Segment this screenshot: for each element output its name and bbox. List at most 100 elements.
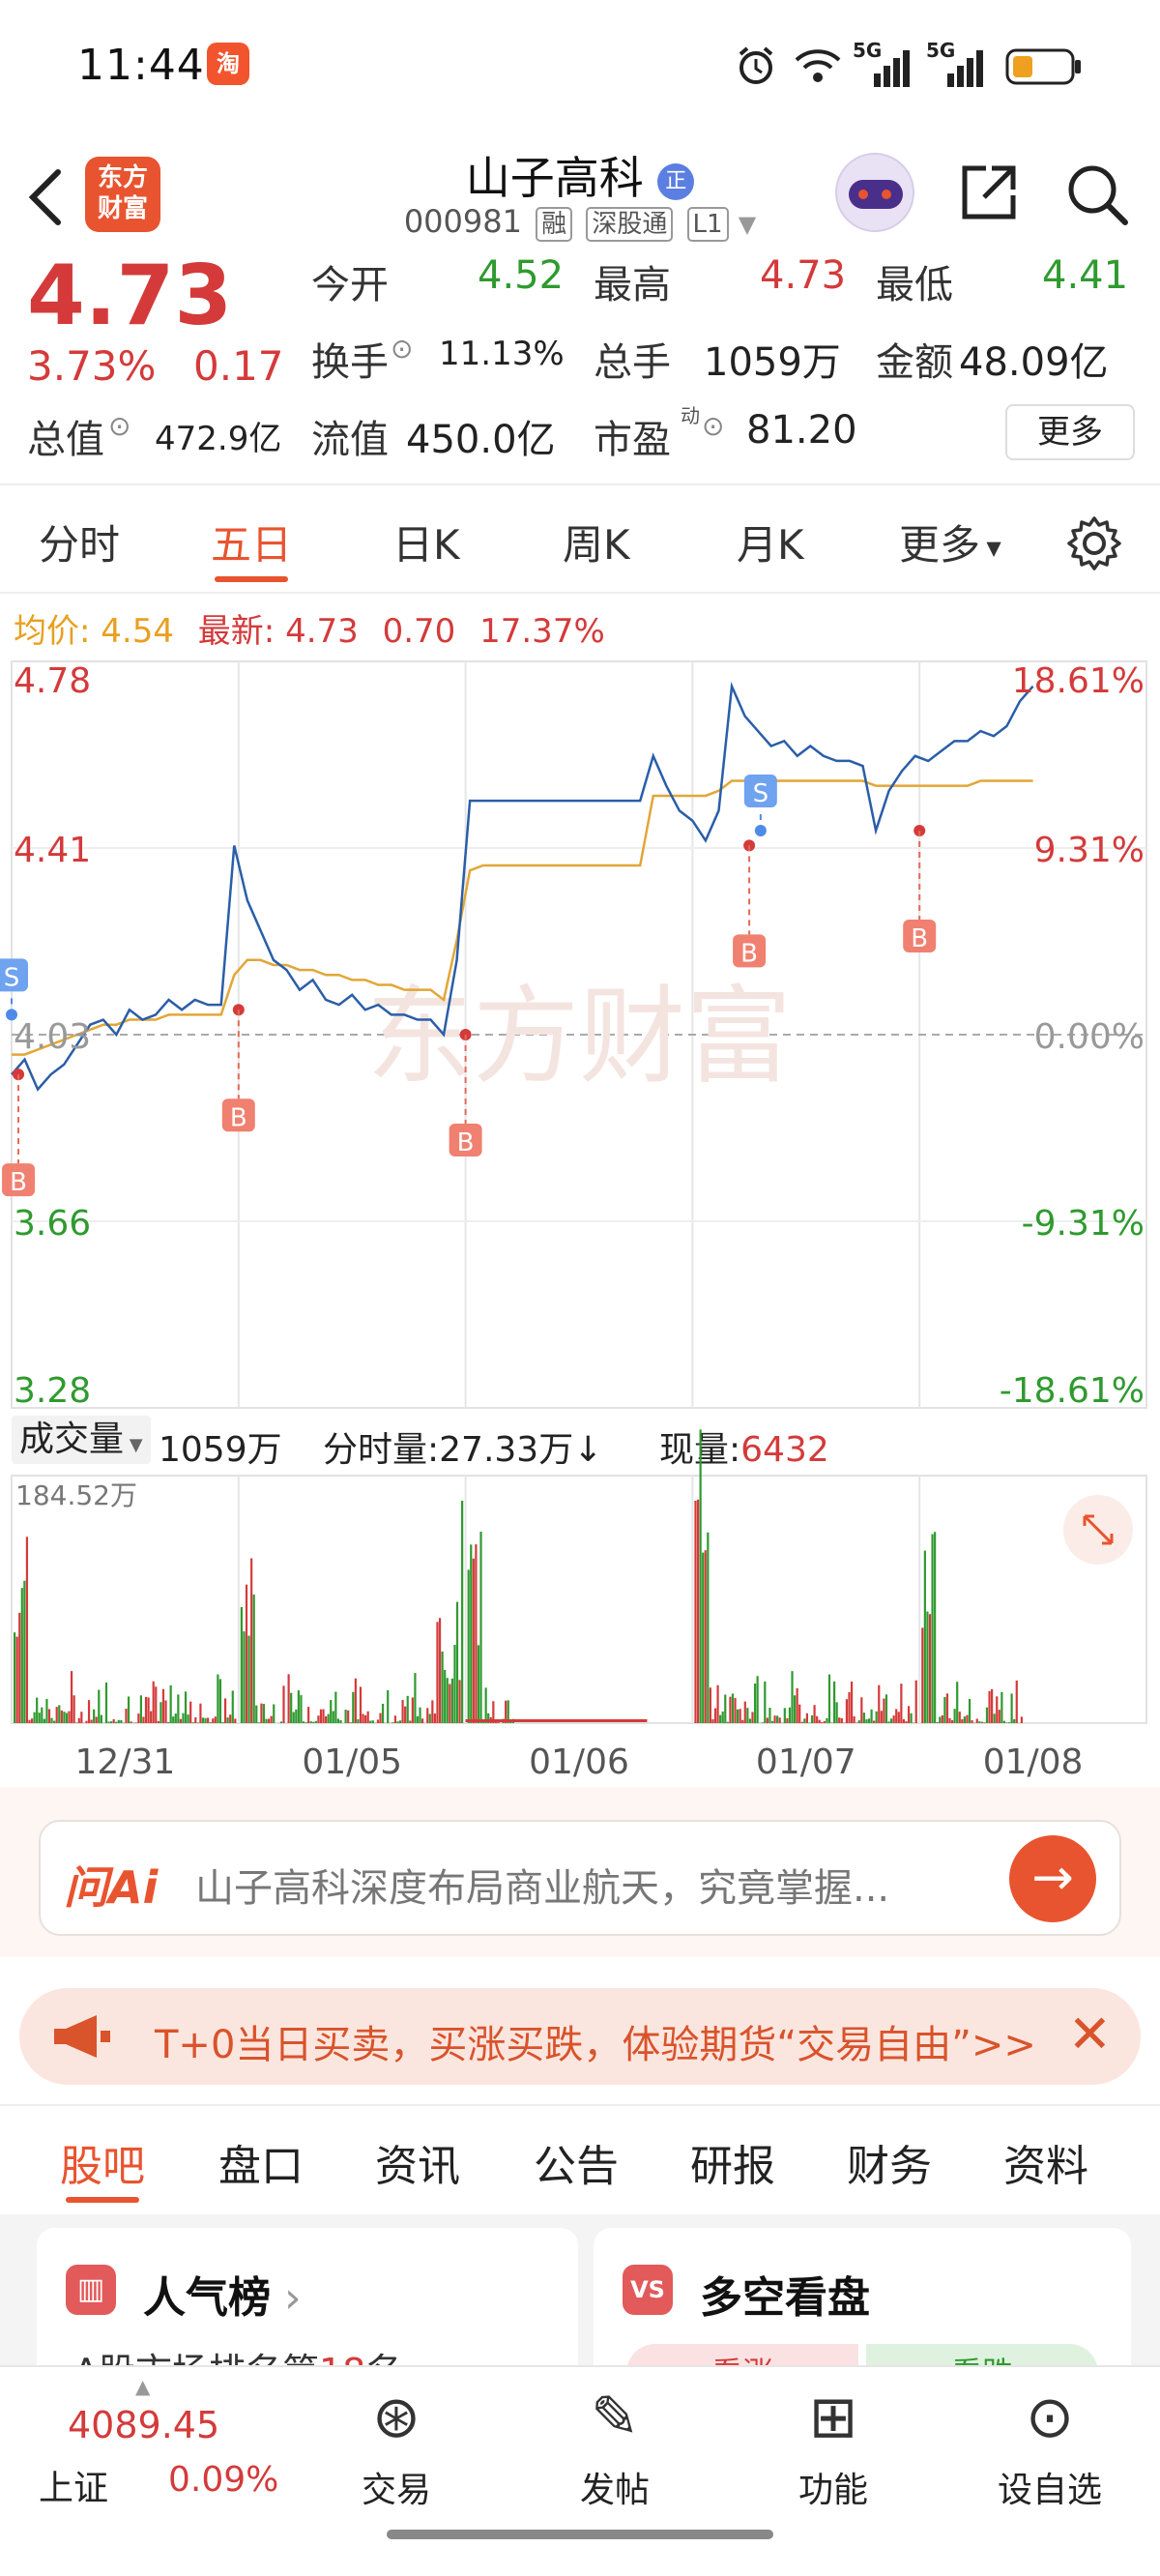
ai-question-bar[interactable]: 问Ai 山子高科深度布局商业航天，究竟掌握... → xyxy=(39,1820,1121,1936)
volume-bar xyxy=(783,1708,786,1723)
volume-bar xyxy=(204,1717,207,1723)
high-label: 最高 xyxy=(594,263,671,307)
volume-bar xyxy=(840,1717,843,1723)
volume-bar xyxy=(292,1712,295,1723)
volume-bar xyxy=(379,1712,382,1723)
volume-bar xyxy=(112,1718,115,1723)
tag-level: L1 xyxy=(686,207,729,242)
more-button[interactable]: 更多 xyxy=(1005,404,1135,460)
share-icon[interactable] xyxy=(957,161,1021,224)
volume-chart[interactable]: 184.52万 12/31 01/05 01/06 01/07 01/08 xyxy=(0,1414,1160,1781)
tab-financials[interactable]: 财务 xyxy=(847,2131,932,2193)
y-tick-right: 9.31% xyxy=(1034,831,1145,870)
tag-connect: 深股通 xyxy=(586,207,674,242)
volume-bar xyxy=(184,1691,188,1723)
avg-price: 4.54 xyxy=(101,612,174,651)
tab-more[interactable]: 更多 ▼ xyxy=(899,512,1001,571)
edit-icon: ✎ xyxy=(590,2384,640,2451)
low-label: 最低 xyxy=(876,263,953,307)
search-icon[interactable] xyxy=(1063,161,1131,228)
volume-bar xyxy=(95,1716,98,1723)
index-value: 4089.45 xyxy=(68,2404,220,2446)
volume-frame xyxy=(11,1475,1147,1724)
tab-profile[interactable]: 资料 xyxy=(1003,2131,1088,2193)
volume-bar xyxy=(472,1558,475,1723)
volume-bar xyxy=(300,1695,303,1723)
volume-bar xyxy=(179,1718,183,1723)
info-circle-icon[interactable]: ⊙ xyxy=(702,410,724,442)
volume-bar xyxy=(878,1684,881,1723)
amount-label: 金额 xyxy=(876,340,953,385)
volume-bar xyxy=(776,1715,779,1723)
volume-bar xyxy=(484,1687,487,1723)
status-bar: 11:44 淘 5G 5G xyxy=(0,0,1160,135)
change-percent: 3.73% xyxy=(27,342,157,390)
tab-order-book[interactable]: 盘口 xyxy=(218,2131,304,2193)
volume-bar xyxy=(416,1715,420,1723)
tab-five-day[interactable]: 五日 xyxy=(211,512,292,571)
volume-bar xyxy=(444,1669,447,1723)
close-icon[interactable]: ✕ xyxy=(1068,2004,1112,2064)
volume-bar xyxy=(726,1721,729,1723)
latest-change-pct: 17.37% xyxy=(479,612,605,651)
tab-research[interactable]: 研报 xyxy=(690,2131,775,2193)
volume-bar xyxy=(998,1710,1000,1723)
volume-bar xyxy=(302,1721,305,1723)
nav-add-watchlist[interactable]: ⊙ 设自选 xyxy=(972,2379,1127,2512)
change-amount: 0.17 xyxy=(193,342,284,390)
ai-question-text: 山子高科深度布局商业航天，究竟掌握... xyxy=(195,1866,890,1911)
promo-text: T+0当日买卖，买涨买跌，体验期货“交易自由”>> xyxy=(155,2023,1036,2067)
volume-bar xyxy=(312,1721,315,1723)
x-axis-label: 01/08 xyxy=(983,1742,1084,1781)
promo-banner[interactable]: T+0当日买卖，买涨买跌，体验期货“交易自由”>> ✕ xyxy=(19,1988,1141,2085)
nav-functions[interactable]: ⊞ 功能 xyxy=(756,2379,911,2512)
info-circle-icon[interactable]: ⊙ xyxy=(108,410,130,442)
ai-robot-avatar[interactable] xyxy=(835,153,914,232)
nav-post[interactable]: ✎ 发帖 xyxy=(537,2379,692,2512)
volume-bar xyxy=(729,1696,732,1723)
gear-icon[interactable] xyxy=(1065,514,1123,572)
volume-bar xyxy=(152,1681,155,1723)
volume-bar xyxy=(314,1720,317,1723)
latest-change: 0.70 xyxy=(382,612,456,651)
tab-forum[interactable]: 股吧 xyxy=(60,2131,145,2193)
volume-bar xyxy=(910,1712,913,1723)
arrow-right-icon[interactable]: → xyxy=(1009,1835,1096,1922)
tab-news[interactable]: 资讯 xyxy=(375,2131,460,2193)
five-day-price-chart[interactable]: 东方财富 4.78 4.41 4.03 3.66 3.28 18.61% 9.31% 0.00%… xyxy=(0,658,1160,1412)
volume-bar xyxy=(401,1700,404,1723)
info-circle-icon[interactable]: ⊙ xyxy=(391,333,413,365)
volume-bar xyxy=(793,1695,797,1723)
popularity-card[interactable]: ▥ 人气榜 › A股市场排名第18名 xyxy=(37,2228,578,2393)
volume-bar xyxy=(764,1681,767,1723)
active-tab-indicator xyxy=(215,576,288,582)
volume-bar xyxy=(327,1713,330,1723)
tab-weekly-k[interactable]: 周K xyxy=(563,512,630,571)
volume-bar xyxy=(85,1720,88,1723)
volume-bar xyxy=(753,1683,757,1723)
tab-daily-k[interactable]: 日K xyxy=(392,512,460,571)
tag-margin: 融 xyxy=(536,207,573,242)
bull-bear-card[interactable]: VS 多空看盘 看涨 看跌 xyxy=(594,2228,1131,2402)
volume-bar xyxy=(867,1718,871,1723)
volume-bar xyxy=(398,1720,402,1723)
volume-bar xyxy=(465,1719,648,1722)
volume-bar xyxy=(139,1695,142,1723)
tab-monthly-k[interactable]: 月K xyxy=(737,512,804,571)
signal-5g-icon-2: 5G xyxy=(926,39,994,93)
index-ticker[interactable]: ▲ 4089.45 上证 0.09% xyxy=(39,2375,309,2522)
volume-bar xyxy=(421,1718,424,1723)
nav-trade[interactable]: ⊛ 交易 xyxy=(319,2379,474,2512)
volume-bar xyxy=(449,1683,451,1723)
volume-bar xyxy=(177,1694,180,1723)
pe-superscript: 动 xyxy=(681,404,700,427)
volume-bar xyxy=(751,1712,754,1723)
tab-intraday[interactable]: 分时 xyxy=(39,512,120,571)
tab-announcements[interactable]: 公告 xyxy=(534,2131,619,2193)
ai-logo: 问Ai xyxy=(64,1861,159,1914)
volume-bar xyxy=(862,1712,865,1723)
turnover-value: 11.13% xyxy=(439,335,565,373)
y-tick-left: 3.28 xyxy=(14,1371,91,1411)
volume-bar xyxy=(975,1718,978,1723)
high-value: 4.73 xyxy=(760,253,847,298)
